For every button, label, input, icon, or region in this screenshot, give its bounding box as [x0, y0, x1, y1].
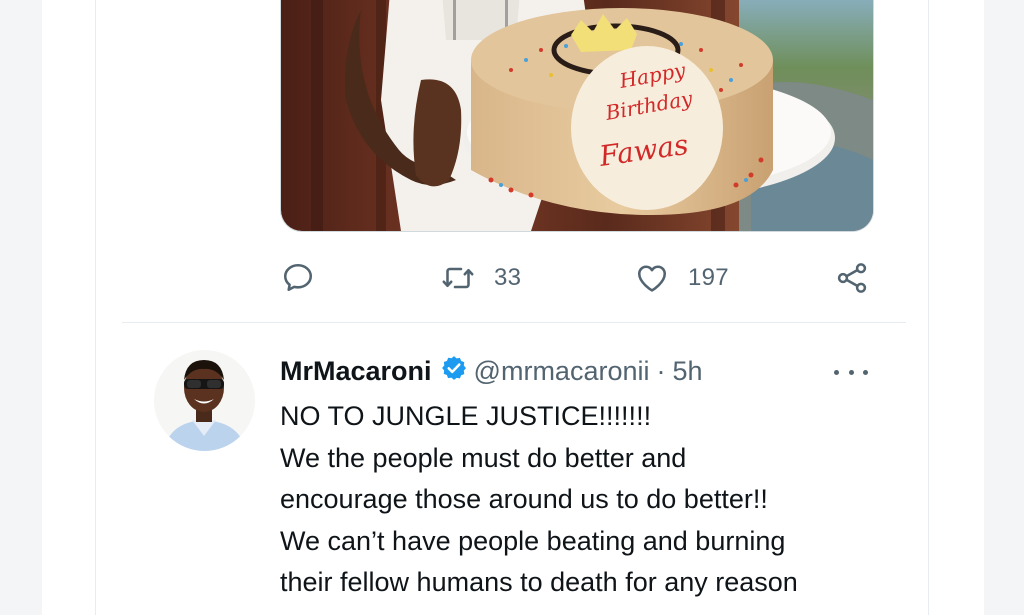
more-dot: [863, 369, 868, 375]
verified-badge-icon: [440, 354, 468, 389]
retweet-button[interactable]: 33: [440, 258, 521, 298]
heart-icon: [637, 265, 667, 292]
more-dot: [834, 369, 839, 375]
tweet-text-line: encourage those around us to do better!!: [280, 484, 768, 514]
user-handle[interactable]: @mrmacaronii: [474, 356, 650, 387]
tweet-divider: [122, 322, 906, 323]
tweet-text: NO TO JUNGLE JUSTICE!!!!!!! We the peopl…: [280, 396, 900, 604]
more-icon[interactable]: [834, 360, 868, 384]
left-gutter: [0, 0, 42, 615]
separator-dot: ·: [656, 355, 666, 386]
twitter-timeline-page: Happy Birthday Fawas 33 197 MrMacaroni @…: [0, 0, 1024, 615]
column-border-left: [95, 0, 96, 615]
tweet-text-line: their fellow humans to death for any rea…: [280, 567, 798, 597]
share-icon: [837, 263, 867, 293]
column-border-right: [928, 0, 929, 615]
tweet-timestamp[interactable]: 5h: [672, 356, 702, 387]
tweet-header: MrMacaroni @mrmacaronii · 5h: [280, 352, 703, 390]
like-button[interactable]: 197: [634, 258, 729, 298]
retweet-icon: [442, 267, 474, 289]
tweet-text-line: We can’t have people beating and burning: [280, 525, 786, 556]
right-gutter: [984, 0, 1024, 615]
cake-photo-icon: Happy Birthday Fawas: [281, 0, 873, 231]
tweet-photo[interactable]: Happy Birthday Fawas: [280, 0, 874, 232]
reply-button[interactable]: [280, 258, 316, 298]
avatar[interactable]: [154, 350, 255, 451]
share-button[interactable]: [834, 258, 870, 298]
reply-icon: [283, 263, 313, 291]
retweet-count: 33: [494, 264, 522, 291]
more-dot: [848, 369, 854, 375]
tweet-text-line: We the people must do better and: [280, 442, 687, 473]
avatar-photo-icon: [154, 350, 255, 451]
like-count: 197: [688, 264, 729, 291]
display-name[interactable]: MrMacaroni: [280, 356, 432, 387]
tweet-text-line: NO TO JUNGLE JUSTICE!!!!!!!: [280, 401, 652, 431]
